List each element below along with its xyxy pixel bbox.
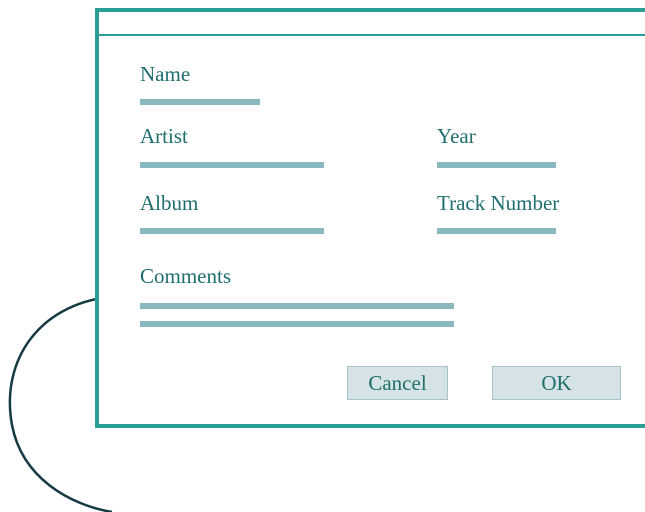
comments-field-line-1[interactable]: [140, 303, 454, 309]
name-field[interactable]: [140, 99, 260, 105]
year-field[interactable]: [437, 162, 556, 168]
comments-label: Comments: [140, 264, 232, 288]
album-field[interactable]: [140, 228, 324, 234]
comments-field-line-2[interactable]: [140, 321, 454, 327]
track-number-label: Track Number: [437, 191, 560, 215]
cancel-button[interactable]: Cancel: [347, 366, 448, 400]
dialog-title-bar: [99, 12, 645, 36]
year-label: Year: [437, 124, 476, 148]
metadata-dialog: Name Artist Year Album Track Number Comm…: [95, 8, 645, 428]
ok-button[interactable]: OK: [492, 366, 621, 400]
track-number-field[interactable]: [437, 228, 556, 234]
artist-field[interactable]: [140, 162, 324, 168]
album-label: Album: [140, 191, 199, 215]
artist-label: Artist: [140, 124, 188, 148]
name-label: Name: [140, 62, 191, 86]
